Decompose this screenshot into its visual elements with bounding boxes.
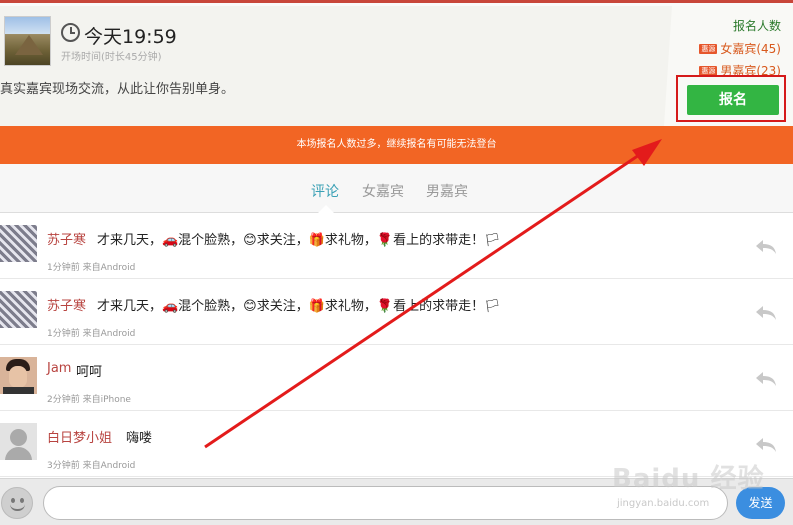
comment-author[interactable]: Jam <box>47 361 71 376</box>
comment-meta: 1分钟前 来自Android <box>47 263 136 273</box>
comment-text: 才来几天，🚗混个脸熟，😊求关注，🎁求礼物，🌹看上的求带走！🏳 <box>97 299 501 314</box>
event-description: 真实嘉宾现场交流，从此让你告别单身。 <box>0 82 235 97</box>
app-root: 今天19:59 开场时间(时长45分钟) 真实嘉宾现场交流，从此让你告别单身。 … <box>0 0 793 525</box>
comment-text: 嗨喽 <box>126 431 153 446</box>
female-count[interactable]: 惠源 女嘉宾(45) <box>699 40 781 57</box>
event-subtitle: 开场时间(时长45分钟) <box>61 52 162 63</box>
zebra-avatar[interactable] <box>0 225 37 262</box>
comment-text: 呵呵 <box>76 365 103 380</box>
tab-male-guests[interactable]: 男嘉宾 <box>426 181 468 201</box>
signup-button[interactable]: 报名 <box>687 85 779 115</box>
comment-author[interactable]: 苏子寒 <box>47 229 86 248</box>
signup-count-title: 报名人数 <box>732 19 781 33</box>
zebra-avatar[interactable] <box>0 291 37 328</box>
reply-icon[interactable] <box>754 437 778 453</box>
emoji-icon[interactable] <box>1 487 33 519</box>
comment-meta: 1分钟前 来自Android <box>47 329 136 339</box>
man-avatar[interactable] <box>0 357 37 394</box>
comment-author[interactable]: 苏子寒 <box>47 295 86 314</box>
active-tab-indicator <box>318 205 334 213</box>
comment-item: 苏子寒 才来几天，🚗混个脸熟，😊求关注，🎁求礼物，🌹看上的求带走！🏳 1分钟前 … <box>0 279 793 345</box>
reply-icon[interactable] <box>754 305 778 321</box>
comment-meta: 2分钟前 来自iPhone <box>47 395 131 405</box>
event-thumbnail <box>4 16 51 66</box>
event-time: 今天19:59 <box>84 26 177 48</box>
female-count-label: 女嘉宾(45) <box>720 42 781 56</box>
watermark-url: jingyan.baidu.com <box>617 498 710 509</box>
comment-author[interactable]: 白日梦小姐 <box>47 427 112 446</box>
default-avatar[interactable] <box>0 423 37 460</box>
comment-text: 才来几天，🚗混个脸熟，😊求关注，🎁求礼物，🌹看上的求带走！🏳 <box>97 233 501 248</box>
reply-icon[interactable] <box>754 371 778 387</box>
tab-bar: 评论 女嘉宾 男嘉宾 <box>0 164 793 213</box>
tab-comments[interactable]: 评论 <box>311 181 339 201</box>
reply-icon[interactable] <box>754 239 778 255</box>
baidu-watermark: Baidu 经验 <box>612 464 765 494</box>
comment-item: Jam 呵呵 2分钟前 来自iPhone <box>0 345 793 411</box>
comment-list[interactable]: 苏子寒 才来几天，🚗混个脸熟，😊求关注，🎁求礼物，🌹看上的求带走！🏳 1分钟前 … <box>0 213 793 478</box>
warning-banner: 本场报名人数过多，继续报名有可能无法登台 <box>0 126 793 164</box>
tab-female-guests[interactable]: 女嘉宾 <box>362 181 404 201</box>
comment-meta: 3分钟前 来自Android <box>47 461 136 471</box>
clock-icon <box>61 23 80 42</box>
female-badge: 惠源 <box>699 44 718 54</box>
comment-item: 苏子寒 才来几天，🚗混个脸熟，😊求关注，🎁求礼物，🌹看上的求带走！🏳 1分钟前 … <box>0 213 793 279</box>
